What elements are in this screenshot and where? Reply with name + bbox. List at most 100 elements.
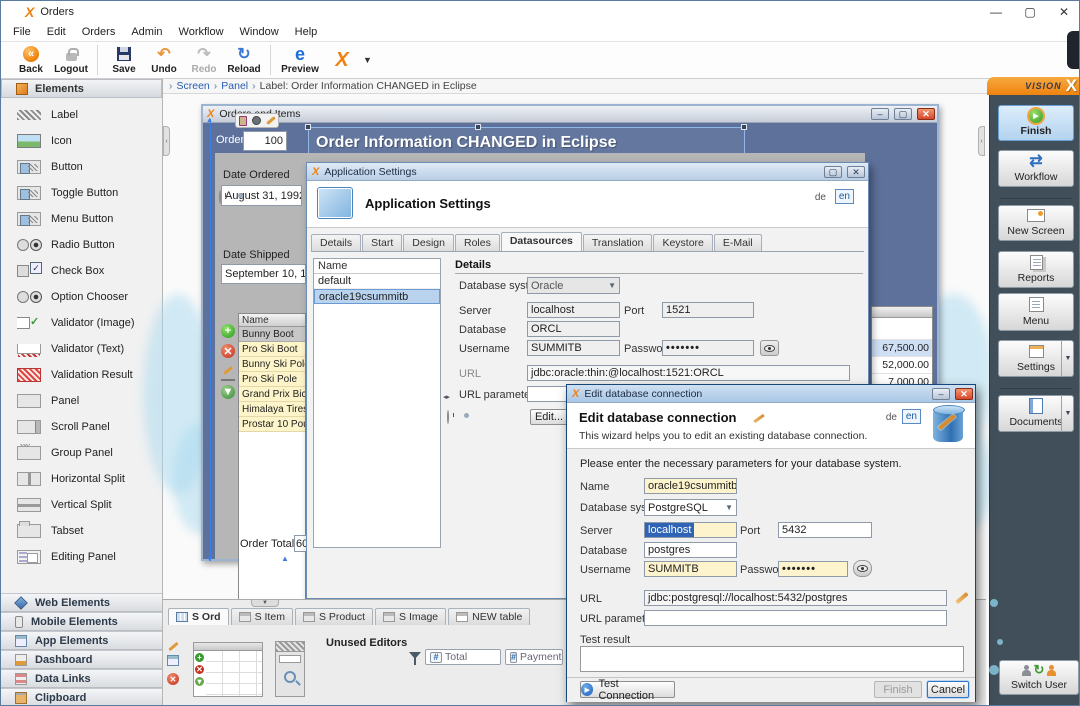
- finish-button[interactable]: Finish: [874, 681, 922, 698]
- switch-user-button[interactable]: ↻ Switch User: [999, 660, 1079, 695]
- test-result-area[interactable]: [580, 646, 964, 672]
- tab-design[interactable]: Design: [403, 234, 454, 251]
- delete-row-icon[interactable]: ✕: [221, 344, 235, 358]
- filter-icon[interactable]: [409, 652, 421, 659]
- table-row[interactable]: Bunny Ski Pole: [239, 357, 305, 372]
- edit-icon[interactable]: [266, 116, 276, 125]
- lang-de[interactable]: de: [815, 192, 826, 203]
- settings-button[interactable]: Settings ▼: [998, 340, 1074, 377]
- finish-button-sidebar[interactable]: ▶ Finish: [998, 105, 1074, 141]
- wizard-close-button[interactable]: ✕: [955, 388, 973, 400]
- section-web-elements[interactable]: Web Elements: [1, 593, 162, 612]
- list-item-selected[interactable]: oracle19csummitb: [314, 289, 440, 304]
- table-row[interactable]: Grand Prix Bicycle: [239, 387, 305, 402]
- table-row[interactable]: Bunny Boot: [239, 327, 305, 342]
- tab-details[interactable]: Details: [311, 234, 361, 251]
- port-field[interactable]: 5432: [778, 522, 872, 538]
- app-window-icon[interactable]: [167, 655, 179, 666]
- palette-item-option-chooser[interactable]: Option Chooser: [1, 284, 162, 310]
- menu-file[interactable]: File: [5, 24, 39, 40]
- url-param-field[interactable]: [644, 610, 947, 626]
- redo-button[interactable]: ↷ Redo: [184, 43, 224, 77]
- list-item[interactable]: default: [314, 274, 440, 289]
- palette-item-validator-text[interactable]: Validator (Text): [1, 336, 162, 362]
- lang-en[interactable]: en: [902, 409, 921, 424]
- wizard-titlebar[interactable]: X Edit database connection – ✕: [567, 385, 975, 403]
- palette-item-validation-result[interactable]: Validation Result: [1, 362, 162, 388]
- tab-roles[interactable]: Roles: [455, 234, 500, 251]
- server-field[interactable]: localhost: [644, 522, 737, 538]
- settings-maximize-button[interactable]: ▢: [824, 166, 842, 178]
- menu-edit[interactable]: Edit: [39, 24, 74, 40]
- orders-window-titlebar[interactable]: X Orders and Items – ▢ ✕: [203, 106, 937, 123]
- order-id-field[interactable]: 100: [243, 131, 287, 151]
- back-button[interactable]: « Back: [11, 43, 51, 77]
- palette-item-scroll-panel[interactable]: Scroll Panel: [1, 414, 162, 440]
- table-preview-widget[interactable]: + ✕ ▾: [193, 642, 263, 697]
- tab-keystore[interactable]: Keystore: [653, 234, 712, 251]
- cancel-button[interactable]: Cancel: [927, 681, 969, 698]
- toolbar-dropdown-arrow[interactable]: ▼: [363, 55, 372, 65]
- reports-button[interactable]: Reports: [998, 251, 1074, 288]
- menu-help[interactable]: Help: [287, 24, 326, 40]
- documents-dropdown-arrow[interactable]: ▼: [1061, 395, 1074, 432]
- palette-item-validator-image[interactable]: Validator (Image): [1, 310, 162, 336]
- port-field[interactable]: 1521: [662, 302, 754, 318]
- wizard-minimize-button[interactable]: –: [932, 388, 950, 400]
- database-field[interactable]: ORCL: [527, 321, 620, 337]
- tab-datasources[interactable]: Datasources: [501, 232, 582, 251]
- palette-item-tabset[interactable]: Tabset: [1, 518, 162, 544]
- editor-preview-widget[interactable]: [275, 641, 305, 697]
- collapse-bottom-handle[interactable]: ▼: [251, 600, 279, 607]
- palette-item-label[interactable]: Label: [1, 102, 162, 128]
- tab-s-item[interactable]: S Item: [231, 608, 293, 625]
- selection-handle[interactable]: [305, 124, 311, 130]
- show-password-button[interactable]: [760, 340, 779, 356]
- edit-icon[interactable]: [168, 642, 178, 651]
- selection-handle[interactable]: [475, 124, 481, 130]
- tab-email[interactable]: E-Mail: [714, 234, 762, 251]
- show-password-button[interactable]: [853, 560, 872, 577]
- breadcrumb-screen[interactable]: Screen: [177, 80, 210, 92]
- menu-button[interactable]: Menu: [998, 293, 1074, 331]
- table-row[interactable]: Prostar 10 Pound: [239, 417, 305, 432]
- insert-row-icon[interactable]: +: [221, 324, 235, 338]
- menu-admin[interactable]: Admin: [123, 24, 170, 40]
- chip-payment-type-id[interactable]: #Payment Type Id▼: [505, 649, 563, 665]
- palette-item-horizontal-split[interactable]: Horizontal Split: [1, 466, 162, 492]
- section-mobile-elements[interactable]: Mobile Elements: [1, 612, 162, 631]
- name-field[interactable]: oracle19csummitb: [644, 478, 737, 494]
- items-column-header[interactable]: Name: [239, 314, 305, 327]
- palette-item-menu-button[interactable]: Menu Button: [1, 206, 162, 232]
- section-clipboard[interactable]: Clipboard: [1, 688, 162, 706]
- breadcrumb-panel[interactable]: Panel: [221, 80, 248, 92]
- workflow-button[interactable]: ⇄ Workflow: [998, 150, 1074, 187]
- palette-item-panel[interactable]: Panel: [1, 388, 162, 414]
- menu-orders[interactable]: Orders: [74, 24, 124, 40]
- history-icon[interactable]: [447, 410, 449, 424]
- palette-item-group-panel[interactable]: Group Panel: [1, 440, 162, 466]
- section-data-links[interactable]: Data Links: [1, 669, 162, 688]
- palette-item-editing-panel[interactable]: Editing Panel: [1, 544, 162, 570]
- amount-cell[interactable]: 67,500.00: [872, 340, 932, 357]
- lang-de[interactable]: de: [886, 412, 897, 423]
- remove-icon[interactable]: ✕: [167, 673, 179, 685]
- edit-row-icon[interactable]: [221, 363, 235, 377]
- orders-maximize-button[interactable]: ▢: [894, 108, 912, 120]
- palette-item-vertical-split[interactable]: Vertical Split: [1, 492, 162, 518]
- orders-close-button[interactable]: ✕: [917, 108, 935, 120]
- palette-item-check-box[interactable]: Check Box: [1, 258, 162, 284]
- url-field[interactable]: jdbc:oracle:thin:@localhost:1521:ORCL: [527, 365, 850, 381]
- server-field[interactable]: localhost: [527, 302, 620, 318]
- palette-item-icon[interactable]: Icon: [1, 128, 162, 154]
- tab-new-table[interactable]: NEW table: [448, 608, 530, 625]
- selection-handle[interactable]: [741, 124, 747, 130]
- palette-header[interactable]: Elements: [1, 79, 162, 98]
- preview-button[interactable]: e Preview: [277, 43, 323, 77]
- palette-item-radio-button[interactable]: Radio Button: [1, 232, 162, 258]
- palette-item-toggle-button[interactable]: Toggle Button: [1, 180, 162, 206]
- db-system-dropdown[interactable]: PostgreSQL▼: [644, 499, 737, 516]
- table-row[interactable]: Pro Ski Boot: [239, 342, 305, 357]
- settings-close-button[interactable]: ✕: [847, 166, 865, 178]
- tab-start[interactable]: Start: [362, 234, 402, 251]
